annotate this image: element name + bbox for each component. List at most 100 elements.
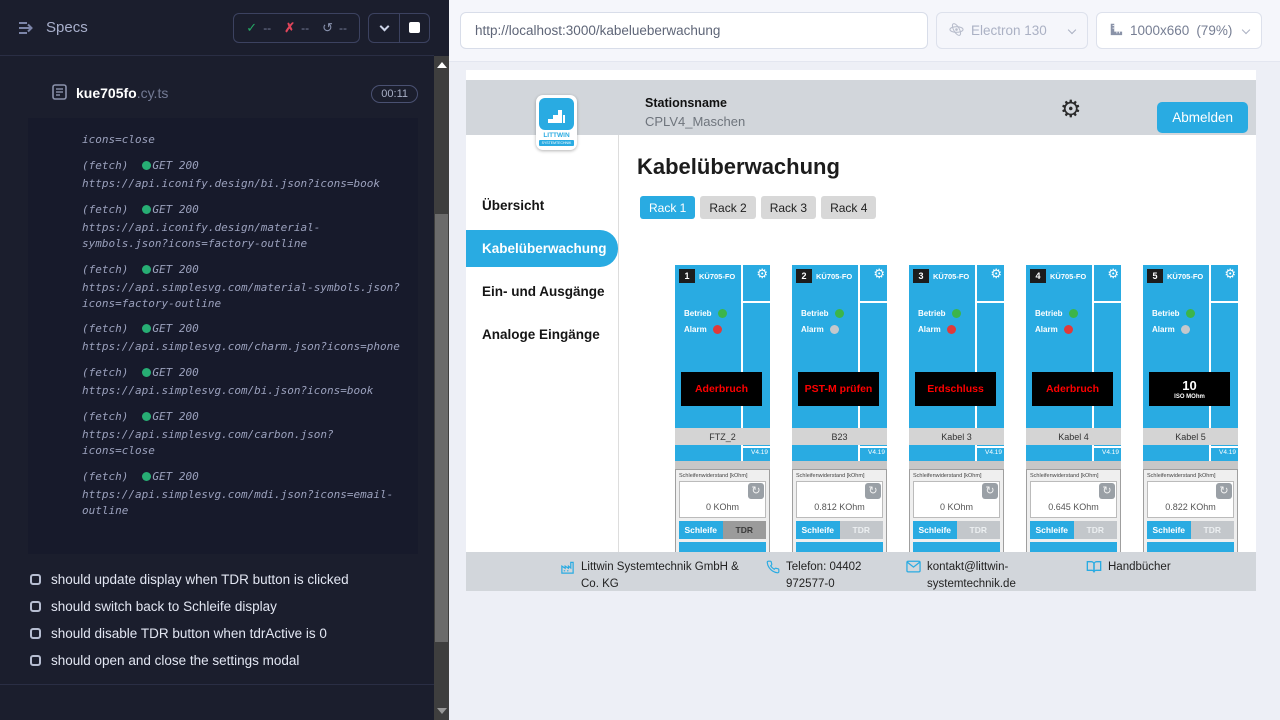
email-info[interactable]: kontakt@littwin-systemtechnik.de — [906, 559, 1076, 591]
schleife-button[interactable]: Schleife — [1030, 521, 1074, 539]
device-card-3: ⚙ 3 KÜ705-FO Betrieb Alarm Erdschluss Ka… — [909, 265, 1004, 558]
spec-file-row[interactable]: kue705fo.cy.ts 00:11 — [0, 56, 434, 118]
tab-rack-3[interactable]: Rack 3 — [761, 196, 816, 219]
schleife-button[interactable]: Schleife — [1147, 521, 1191, 539]
test-case[interactable]: should open and close the settings modal — [30, 653, 434, 668]
device-card-2: ⚙ 2 KÜ705-FO Betrieb Alarm PST-M prüfen … — [792, 265, 887, 558]
panel-divider — [977, 301, 1004, 303]
test-pending-icon — [30, 628, 41, 639]
sidebar-item-kabelueberwachung[interactable]: Kabelüberwachung — [466, 230, 618, 267]
log-entry: (fetch)GET 200 https://api.simplesvg.com… — [82, 262, 402, 312]
device-number: 5 — [1147, 269, 1163, 283]
tdr-button[interactable]: TDR — [957, 521, 1001, 539]
device-card-5: ⚙ 5 KÜ705-FO Betrieb Alarm 10ISO MOhm Ka… — [1143, 265, 1238, 558]
sidebar-item-analoge-eingaenge[interactable]: Analoge Eingänge — [466, 316, 618, 353]
specs-list-arrow-icon — [18, 21, 36, 35]
refresh-icon[interactable]: ↻ — [1216, 483, 1232, 499]
station-name: CPLV4_Maschen — [645, 114, 745, 129]
panel-divider — [977, 446, 1004, 448]
device-front-panel: ⚙ 1 KÜ705-FO Betrieb Alarm Aderbruch FTZ… — [675, 265, 770, 461]
device-settings-gear-icon[interactable]: ⚙ — [1224, 266, 1236, 282]
test-pending-icon — [30, 574, 41, 585]
log-entry: (fetch)GET 200 https://api.simplesvg.com… — [82, 365, 402, 399]
log-entry: (fetch)GET 200 https://api.iconify.desig… — [82, 202, 402, 252]
test-case[interactable]: should disable TDR button when tdrActive… — [30, 626, 434, 641]
alarm-led: Alarm — [1152, 325, 1190, 334]
tdr-button[interactable]: TDR — [723, 521, 767, 539]
status-display: Erdschluss — [915, 372, 996, 406]
screen: Specs ✓ -- ✗ -- ↺ -- — [0, 0, 1280, 720]
stat-passed: ✓ -- — [246, 20, 271, 36]
cable-label: B23 — [792, 428, 887, 445]
refresh-icon[interactable]: ↻ — [865, 483, 881, 499]
device-model: KÜ705-FO — [1050, 272, 1086, 281]
sidebar-item-uebersicht[interactable]: Übersicht — [466, 187, 618, 224]
device-settings-gear-icon[interactable]: ⚙ — [873, 266, 885, 282]
command-log: icons=close (fetch)GET 200 https://api.i… — [28, 118, 418, 554]
status-dot-icon — [142, 265, 151, 274]
refresh-icon[interactable]: ↻ — [1099, 483, 1115, 499]
schleife-button[interactable]: Schleife — [796, 521, 840, 539]
collapse-button[interactable] — [369, 14, 399, 42]
scroll-up-arrow-icon[interactable] — [437, 62, 447, 68]
station-info: Stationsname CPLV4_Maschen — [645, 96, 745, 129]
viewport-select[interactable]: 1000x660 (79%) — [1096, 12, 1262, 49]
sidebar-item-ein-und-ausgaenge[interactable]: Ein- und Ausgänge — [466, 273, 618, 310]
firmware-version: V4.19 — [1219, 449, 1236, 456]
refresh-icon[interactable]: ↻ — [982, 483, 998, 499]
url-input[interactable] — [460, 12, 928, 49]
resistance-readout: ↻ 0.812 KOhm — [796, 481, 883, 518]
device-settings-gear-icon[interactable]: ⚙ — [1107, 266, 1119, 282]
test-pending-icon — [30, 655, 41, 666]
test-case[interactable]: should switch back to Schleife display — [30, 599, 434, 614]
device-settings-gear-icon[interactable]: ⚙ — [756, 266, 768, 282]
schleife-button[interactable]: Schleife — [913, 521, 957, 539]
stat-pending: ↺ -- — [322, 20, 347, 36]
betrieb-led: Betrieb — [684, 309, 727, 318]
tdr-button[interactable]: TDR — [1074, 521, 1118, 539]
divider — [792, 461, 887, 469]
schleife-button[interactable]: Schleife — [679, 521, 723, 539]
led-dot-icon — [830, 325, 839, 334]
panel-divider — [1094, 301, 1121, 303]
panel-divider — [860, 446, 887, 448]
settings-gear-icon[interactable]: ⚙ — [1060, 98, 1082, 122]
device-card-1: ⚙ 1 KÜ705-FO Betrieb Alarm Aderbruch FTZ… — [675, 265, 770, 558]
device-number: 1 — [679, 269, 695, 283]
cross-icon: ✗ — [284, 20, 295, 36]
test-case[interactable]: should update display when TDR button is… — [30, 572, 434, 587]
browser-select[interactable]: Electron 130 — [936, 12, 1088, 49]
device-card-4: ⚙ 4 KÜ705-FO Betrieb Alarm Aderbruch Kab… — [1026, 265, 1121, 558]
manuals-link[interactable]: Handbücher — [1086, 559, 1171, 580]
device-front-panel: ⚙ 5 KÜ705-FO Betrieb Alarm 10ISO MOhm Ka… — [1143, 265, 1238, 461]
logout-button[interactable]: Abmelden — [1157, 102, 1248, 133]
cable-label: Kabel 3 — [909, 428, 1004, 445]
stop-button[interactable] — [399, 14, 429, 42]
spec-duration-badge: 00:11 — [371, 85, 418, 103]
divider — [1026, 461, 1121, 469]
resistance-value: 0 KOhm — [680, 502, 765, 512]
electron-icon — [949, 22, 964, 40]
logo-stairs-icon — [539, 98, 574, 130]
chevron-down-icon — [379, 21, 389, 31]
refresh-icon[interactable]: ↻ — [748, 483, 764, 499]
scroll-down-arrow-icon[interactable] — [437, 708, 447, 714]
preview-pane: Electron 130 1000x660 (79%) Stationsname… — [449, 0, 1280, 720]
status-dot-icon — [142, 412, 151, 421]
scrollbar-thumb[interactable] — [435, 214, 448, 642]
led-dot-icon — [1064, 325, 1073, 334]
tdr-button[interactable]: TDR — [1191, 521, 1235, 539]
chevron-down-icon — [1068, 25, 1076, 33]
tdr-button[interactable]: TDR — [840, 521, 884, 539]
led-dot-icon — [1186, 309, 1195, 318]
resistance-value: 0.645 KOhm — [1031, 502, 1116, 512]
tab-rack-1[interactable]: Rack 1 — [640, 196, 695, 219]
resistance-readout: ↻ 0 KOhm — [913, 481, 1000, 518]
divider — [1143, 461, 1238, 469]
factory-icon — [560, 560, 575, 591]
tab-rack-4[interactable]: Rack 4 — [821, 196, 876, 219]
specs-button[interactable]: Specs — [18, 19, 88, 36]
tab-rack-2[interactable]: Rack 2 — [700, 196, 755, 219]
device-settings-gear-icon[interactable]: ⚙ — [990, 266, 1002, 282]
runner-controls: ✓ -- ✗ -- ↺ -- — [233, 13, 430, 43]
